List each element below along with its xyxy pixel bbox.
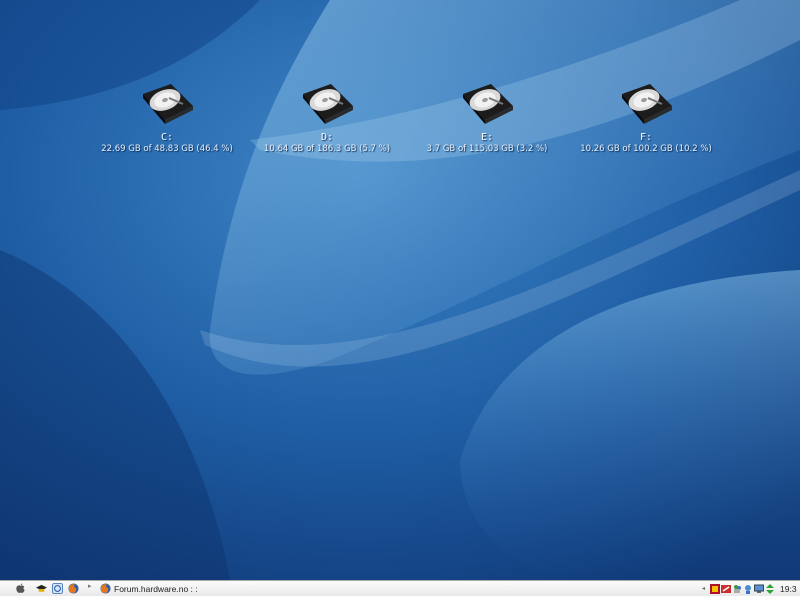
tray-expand-icon[interactable]: ◂ [702, 585, 705, 592]
drive-f[interactable]: F: 10.26 GB of 100.2 GB (10.2 %) [566, 82, 726, 155]
task-button-firefox[interactable]: Forum.hardware.no : : [100, 582, 198, 595]
drive-letter: E: [480, 132, 494, 143]
browser-icon[interactable] [52, 583, 63, 594]
drive-letter: C: [160, 132, 174, 143]
drive-letter: F: [639, 132, 653, 143]
tool-icon[interactable] [721, 584, 731, 594]
desktop: C: 22.69 GB of 48.83 GB (46.4 %) D: 10.6… [0, 0, 800, 580]
firefox-icon [100, 583, 111, 594]
hard-drive-icon[interactable] [457, 82, 517, 132]
clock[interactable]: 19:3 [780, 584, 798, 594]
network-icon[interactable] [743, 584, 753, 594]
hard-drive-icon[interactable] [616, 82, 676, 132]
hard-drive-icon[interactable] [137, 82, 197, 132]
drive-usage: 10.64 GB of 186.3 GB (5.7 %) [263, 144, 391, 154]
firefox-icon[interactable] [68, 583, 79, 594]
system-tray: ◂ 19:3 [702, 581, 800, 596]
drive-letter: D: [320, 132, 334, 143]
update-arrows-icon[interactable] [765, 583, 775, 594]
media-player-icon[interactable] [710, 583, 720, 594]
drive-e[interactable]: E: 3.7 GB of 115.03 GB (3.2 %) [407, 82, 567, 155]
drive-usage: 3.7 GB of 115.03 GB (3.2 %) [426, 144, 548, 154]
hard-drive-icon[interactable] [297, 82, 357, 132]
graduation-cap-icon[interactable] [36, 583, 47, 594]
taskbar: ▸ Forum.hardware.no : : ◂ 19:3 [0, 580, 800, 596]
quick-launch-chevron-icon[interactable]: ▸ [88, 582, 92, 590]
monitor-icon[interactable] [754, 584, 764, 594]
apple-icon[interactable] [15, 583, 26, 594]
messenger-icon[interactable] [732, 584, 742, 594]
drive-c[interactable]: C: 22.69 GB of 48.83 GB (46.4 %) [87, 82, 247, 155]
drive-usage: 22.69 GB of 48.83 GB (46.4 %) [101, 144, 233, 154]
drive-usage: 10.26 GB of 100.2 GB (10.2 %) [580, 144, 712, 154]
task-label: Forum.hardware.no : : [114, 583, 198, 594]
drive-d[interactable]: D: 10.64 GB of 186.3 GB (5.7 %) [247, 82, 407, 155]
